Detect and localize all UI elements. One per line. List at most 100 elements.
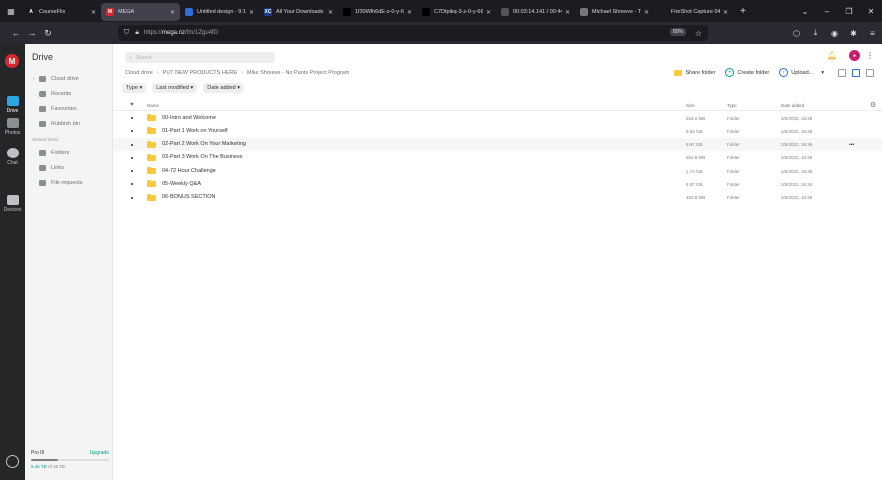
- browser-tab[interactable]: M MEGA ✕: [101, 3, 180, 21]
- table-row[interactable]: 06-BONUS SECTION 462.8 MB Folder 2/5/2022, …: [113, 191, 882, 204]
- browser-tab[interactable]: 1f30Wlh6dE-z-0-y-6679✕: [338, 3, 417, 21]
- rail-item-drive[interactable]: Drive: [0, 96, 25, 114]
- restore-icon[interactable]: ❐: [838, 7, 860, 16]
- account-icon[interactable]: ◉: [825, 29, 844, 38]
- sidebar-item-cloud-drive[interactable]: › Cloud drive: [33, 74, 79, 84]
- filter-last-modified[interactable]: Last modified ▾: [152, 83, 198, 93]
- browser-tab[interactable]: C7Dtpikq-3-z-0-y-6679✕: [417, 3, 496, 21]
- breadcrumb-item[interactable]: Mike Shreeve - No Pants Project Program: [247, 70, 349, 76]
- download-icon[interactable]: ⤓: [806, 28, 825, 38]
- grid-view-icon[interactable]: [866, 68, 874, 77]
- back-icon[interactable]: ←: [8, 28, 24, 38]
- rail-item-photos[interactable]: Photos: [0, 118, 25, 136]
- column-type[interactable]: Type: [727, 103, 737, 108]
- breadcrumb-item[interactable]: PUT NEW PRODUCTS HERE: [163, 70, 237, 76]
- tab-close-icon[interactable]: ✕: [565, 9, 570, 16]
- row-name[interactable]: 06-BONUS SECTION: [162, 194, 215, 200]
- filter-type[interactable]: Type ▾: [122, 83, 147, 93]
- favourite-column-icon[interactable]: ♥: [130, 102, 134, 108]
- browser-tab[interactable]: XC All Your Downloads ✕: [259, 3, 338, 21]
- chevron-down-icon[interactable]: ▾: [821, 70, 824, 76]
- tab-close-icon[interactable]: ✕: [91, 9, 96, 16]
- tab-list-icon[interactable]: ⌄: [794, 7, 816, 16]
- tab-favicon-icon: [185, 8, 193, 16]
- share-folder-button[interactable]: Share folder: [674, 69, 715, 76]
- row-more-icon[interactable]: •••: [849, 142, 854, 148]
- row-name[interactable]: 05-Weekly Q&A: [162, 181, 201, 187]
- sidebar-item-label: Cloud drive: [51, 76, 79, 82]
- column-name[interactable]: Name: [147, 103, 159, 108]
- tab-close-icon[interactable]: ✕: [249, 9, 254, 16]
- browser-tab[interactable]: A CourseFlix ✕: [22, 3, 101, 21]
- tab-title: CourseFlix: [39, 9, 66, 15]
- gallery-view-icon[interactable]: [838, 68, 846, 77]
- tab-close-icon[interactable]: ✕: [328, 9, 333, 16]
- browser-tab[interactable]: 00:03:14.141 / 00:44 ✕: [496, 3, 575, 21]
- upgrade-link[interactable]: Upgrade: [90, 450, 109, 456]
- list-view-icon[interactable]: [852, 68, 860, 77]
- column-size[interactable]: Size: [686, 103, 695, 108]
- table-row[interactable]: 00-Intro and Welcome 518.0 MB Folder 2/5/20…: [113, 111, 882, 124]
- tab-close-icon[interactable]: ✕: [644, 9, 649, 16]
- row-name[interactable]: 01-Part 1 Work on Yourself: [162, 128, 228, 134]
- row-date: 2/5/2022, 16:28: [781, 128, 813, 134]
- storage-widget[interactable]: Pro III Upgrade 5.46 TB of 16 TB: [31, 450, 109, 469]
- sidebar-item-favourites[interactable]: Favourites: [33, 104, 77, 114]
- table-row[interactable]: 01-Part 1 Work on Yourself 9.63 GB Folder 2…: [113, 124, 882, 137]
- lock-icon[interactable]: 🔒︎: [135, 29, 139, 37]
- table-row[interactable]: 04-72 Hour Challenge 1.74 GB Folder 2/5/202…: [113, 164, 882, 177]
- table-row[interactable]: 03-Part 3 Work On The Business 651.8 MB Fo…: [113, 151, 882, 164]
- minimize-icon[interactable]: –: [816, 7, 838, 16]
- row-name[interactable]: 02-Part 2 Work On Your Marketing: [162, 141, 246, 147]
- new-tab-button[interactable]: +: [735, 6, 751, 17]
- transfer-manager-icon[interactable]: [6, 455, 19, 468]
- browser-tab[interactable]: FireShot Capture 047 - Lo✕: [654, 3, 733, 21]
- sidebar-item-links[interactable]: Links: [33, 163, 64, 173]
- sidebar-title: Drive: [32, 52, 54, 62]
- sidebar-item-folders[interactable]: Folders: [33, 148, 69, 158]
- column-settings-icon[interactable]: ⚙: [870, 101, 876, 109]
- sidebar-item-label: Links: [51, 165, 64, 171]
- tab-close-icon[interactable]: ✕: [407, 9, 412, 16]
- hamburger-menu-icon[interactable]: ≡: [863, 29, 882, 38]
- pocket-icon[interactable]: ⬡: [787, 29, 806, 38]
- rail-item-chat[interactable]: Chat: [0, 148, 25, 166]
- shield-icon[interactable]: ⛉: [124, 29, 129, 37]
- browser-tab[interactable]: Untitled design - 9:1 ✕: [180, 3, 259, 21]
- column-date[interactable]: Date added: [781, 103, 804, 108]
- filter-label: Last modified: [156, 85, 189, 91]
- table-row[interactable]: 02-Part 2 Work On Your Marketing 8.97 GB F…: [113, 137, 882, 151]
- filter-date-added[interactable]: Date added ▾: [203, 83, 244, 93]
- tab-close-icon[interactable]: ✕: [170, 9, 175, 16]
- tab-favicon-icon: M: [106, 8, 114, 16]
- rail-item-devices[interactable]: Devices: [0, 195, 25, 213]
- extensions-icon[interactable]: ✱: [844, 29, 863, 38]
- url-bar[interactable]: ⛉ 🔒︎ https://mega.nz/fm/1Zgu4fD 80% ☆: [118, 25, 708, 41]
- row-name[interactable]: 04-72 Hour Challenge: [162, 168, 216, 174]
- avatar[interactable]: ●: [849, 50, 860, 61]
- breadcrumb-item[interactable]: Cloud drive: [125, 70, 153, 76]
- zoom-level[interactable]: 80%: [669, 28, 686, 36]
- clock-icon: [39, 91, 46, 97]
- close-window-icon[interactable]: ✕: [860, 7, 882, 16]
- tab-close-icon[interactable]: ✕: [723, 9, 728, 16]
- search-input[interactable]: ⌕ Search: [125, 52, 275, 63]
- notification-bell-icon[interactable]: 🔔︎: [827, 51, 837, 60]
- sidebar-item-file-requests[interactable]: File requests: [33, 178, 83, 188]
- forward-icon[interactable]: →: [24, 28, 40, 38]
- bookmark-star-icon[interactable]: ☆: [695, 29, 702, 38]
- create-folder-button[interactable]: + Create folder: [725, 68, 769, 77]
- storage-bar: [31, 459, 109, 461]
- row-name[interactable]: 03-Part 3 Work On The Business: [162, 154, 243, 160]
- tab-close-icon[interactable]: ✕: [486, 9, 491, 16]
- reload-icon[interactable]: ↻: [40, 28, 56, 39]
- more-menu-icon[interactable]: ⋮: [866, 51, 874, 60]
- sidebar-item-rubbish-bin[interactable]: Rubbish bin: [33, 119, 80, 129]
- row-name[interactable]: 00-Intro and Welcome: [162, 115, 216, 121]
- browser-tab[interactable]: Michael Shreeve - Tr ✕: [575, 3, 654, 21]
- sidebar-item-recents[interactable]: Recents: [33, 89, 71, 99]
- mega-logo[interactable]: M: [5, 54, 19, 68]
- tab-overview-icon[interactable]: ▦: [0, 0, 22, 22]
- table-row[interactable]: 05-Weekly Q&A 8.87 GB Folder 2/5/2022, 16:3…: [113, 177, 882, 190]
- upload-button[interactable]: ↑ Upload... ▾: [779, 68, 824, 77]
